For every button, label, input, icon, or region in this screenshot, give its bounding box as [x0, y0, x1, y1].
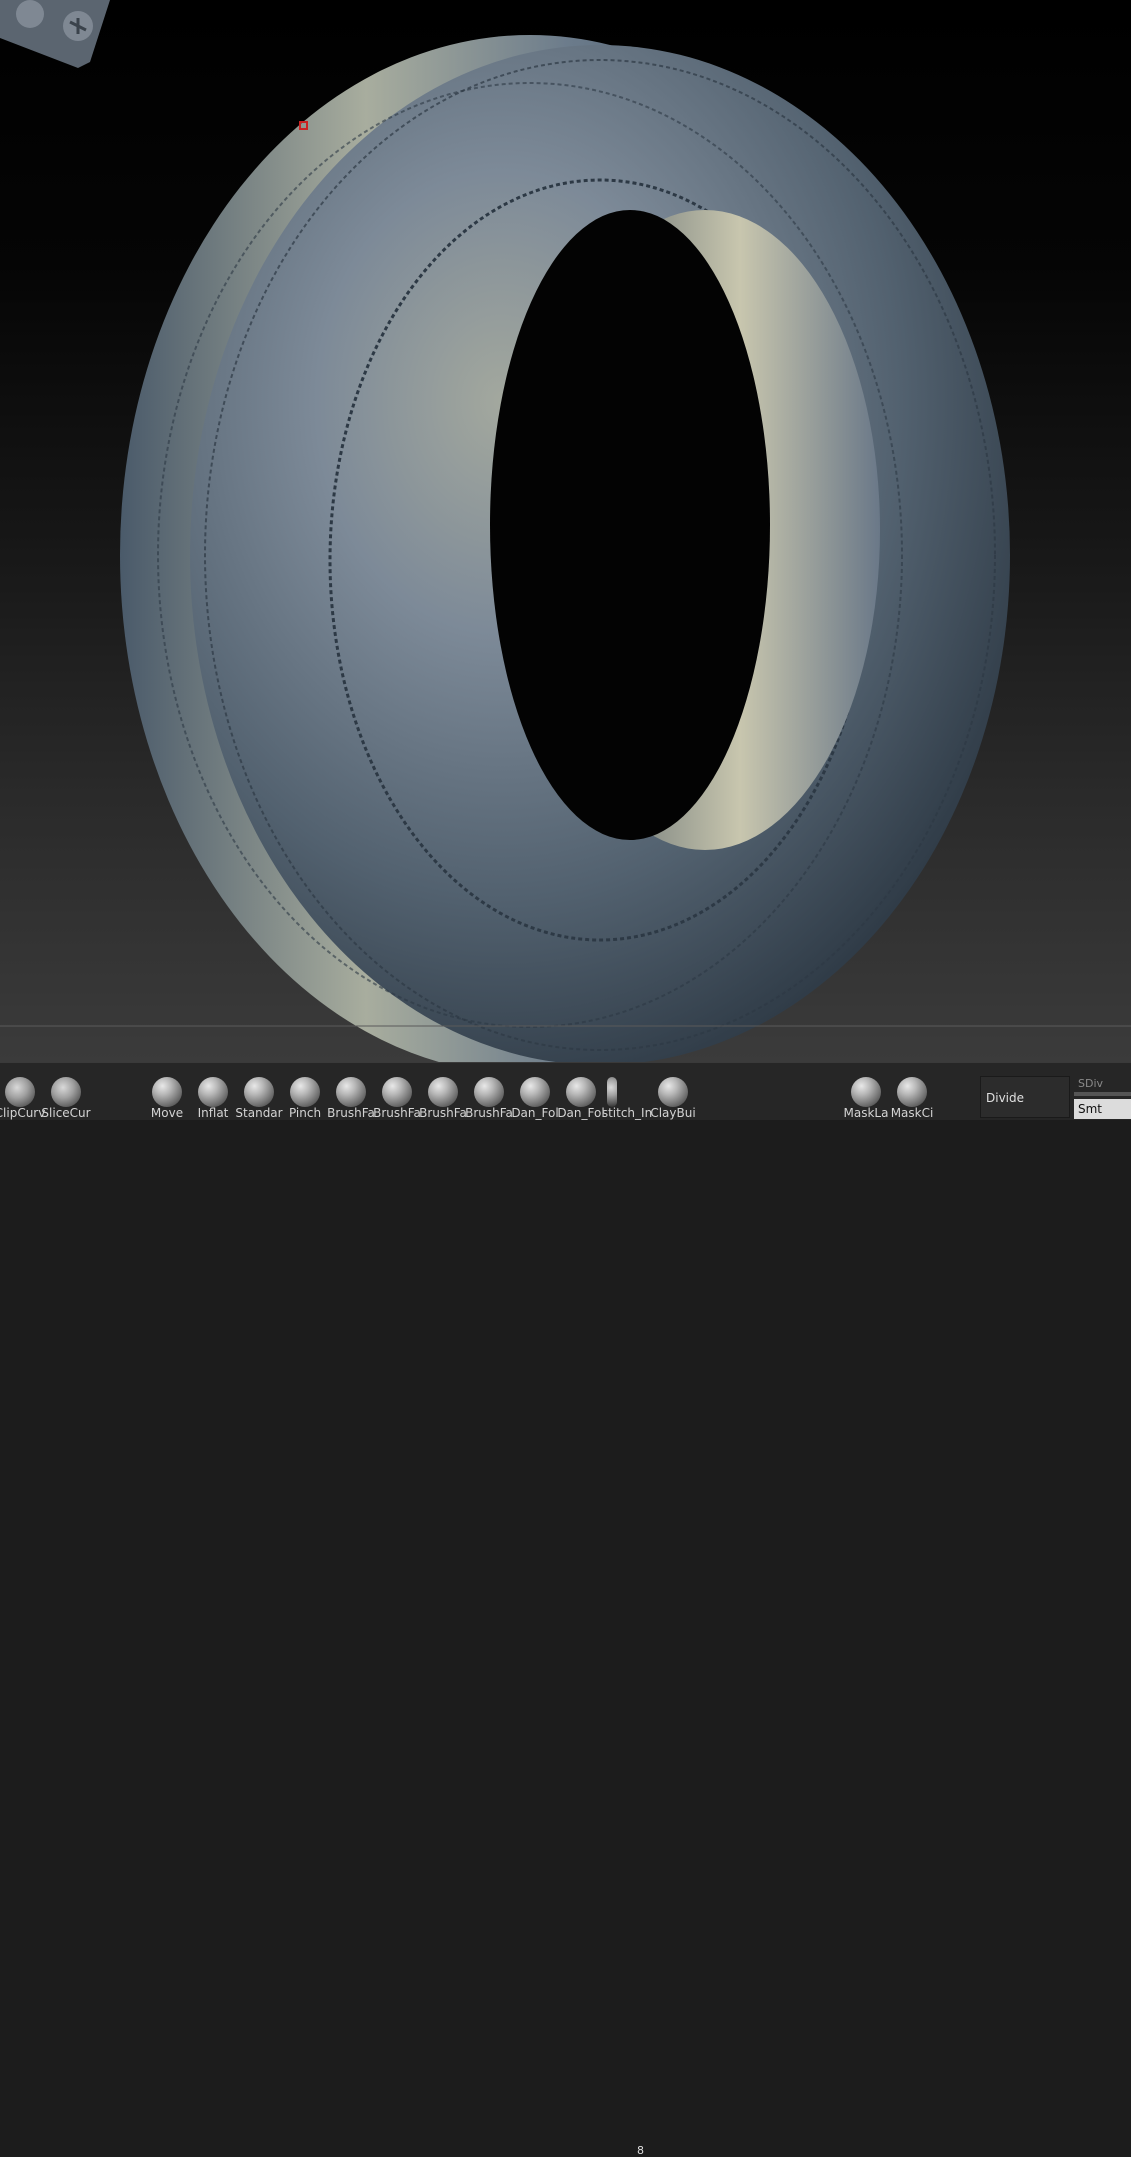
- standard-brush-icon: [244, 1077, 274, 1107]
- brush-fa-icon: [382, 1077, 412, 1107]
- brush-fa-icon: [428, 1077, 458, 1107]
- pinch-brush-icon: [290, 1077, 320, 1107]
- brush-slice-curve[interactable]: SliceCur: [38, 1065, 94, 1120]
- brush-label: MaskCi: [890, 1106, 934, 1120]
- move-brush-icon: [152, 1077, 182, 1107]
- ring-hole: [490, 210, 770, 840]
- brush-fa-icon: [474, 1077, 504, 1107]
- brush-label: SliceCur: [41, 1106, 91, 1120]
- brush-label: ClayBui: [650, 1106, 696, 1120]
- brush-fa-icon: [336, 1077, 366, 1107]
- brush-shelf: ClipCurv SliceCur Move Inflat Standar Pi…: [0, 1062, 1131, 2157]
- clip-curve-icon: [5, 1077, 35, 1107]
- brush-claybuildup[interactable]: ClayBui: [645, 1065, 701, 1120]
- viewport-canvas[interactable]: [0, 0, 1131, 1062]
- mask-lasso-icon: [851, 1077, 881, 1107]
- stitch-count: 8: [637, 2144, 644, 2157]
- sdiv-slider[interactable]: [1074, 1092, 1131, 1096]
- smt-toggle[interactable]: Smt: [1074, 1099, 1131, 1119]
- inflate-brush-icon: [198, 1077, 228, 1107]
- brush-mask-circle[interactable]: MaskCi: [884, 1065, 940, 1120]
- sdiv-label: SDiv: [1078, 1077, 1104, 1090]
- stitch-brush-icon: [607, 1077, 617, 1107]
- divide-button[interactable]: Divide: [980, 1076, 1070, 1118]
- screw-plate: [0, 0, 110, 68]
- slice-curve-icon: [51, 1077, 81, 1107]
- mask-circle-icon: [897, 1077, 927, 1107]
- dan-fol-brush-icon: [520, 1077, 550, 1107]
- divide-label: Divide: [986, 1091, 1025, 1105]
- sculpt-mesh-view: [0, 0, 1131, 1062]
- dan-fol-brush-icon: [566, 1077, 596, 1107]
- claybuildup-brush-icon: [658, 1077, 688, 1107]
